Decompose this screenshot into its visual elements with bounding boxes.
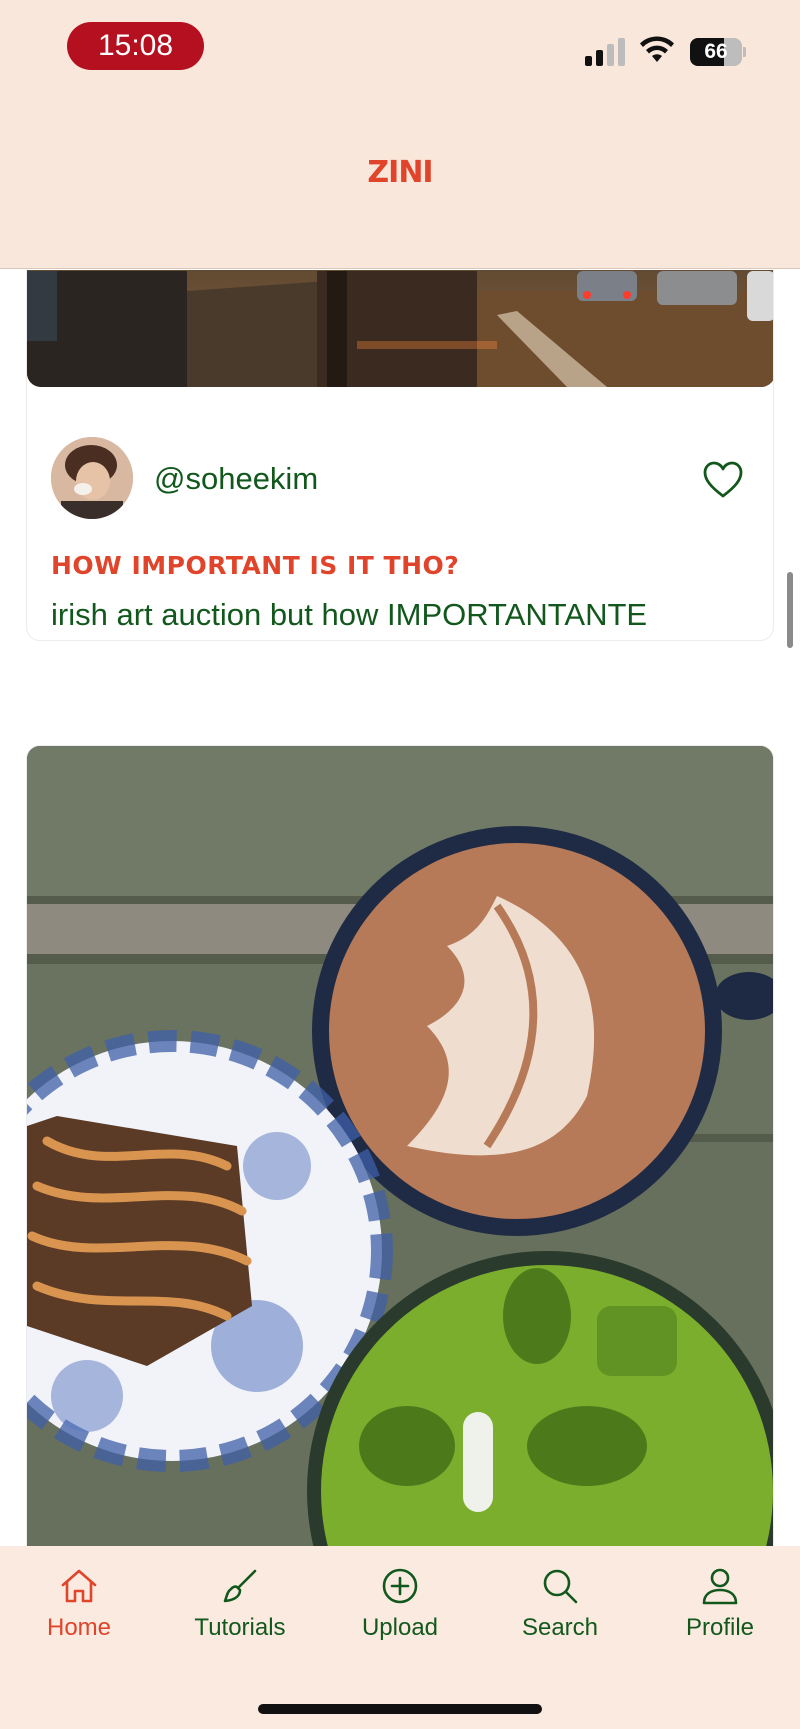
post-meta: @soheekim HOW IMPORTANT IS IT THO? irish… <box>27 387 773 640</box>
brush-icon <box>223 1569 257 1603</box>
tab-home-label: Home <box>46 1614 112 1641</box>
feed[interactable]: @soheekim HOW IMPORTANT IS IT THO? irish… <box>0 270 800 1546</box>
tab-upload-label: Upload <box>361 1614 439 1641</box>
tab-search[interactable]: Search <box>490 1566 630 1646</box>
home-indicator[interactable] <box>258 1704 542 1714</box>
post-image[interactable] <box>27 746 773 1546</box>
post-image[interactable] <box>27 270 773 387</box>
post-caption: irish art auction but how IMPORTANTANTE <box>51 597 648 632</box>
person-icon <box>702 1568 738 1605</box>
tab-tutorials-label: Tutorials <box>194 1614 286 1641</box>
wifi-icon <box>640 36 674 62</box>
status-bar: 15:08 66 <box>0 0 800 95</box>
tab-bar: Home Tutorials Upload Search Profile <box>0 1546 800 1729</box>
status-time: 15:08 <box>67 22 204 70</box>
plus-circle-icon <box>382 1568 418 1604</box>
battery-level: 66 <box>704 40 728 63</box>
tab-search-label: Search <box>521 1614 599 1641</box>
tab-profile-label: Profile <box>685 1614 755 1641</box>
cellular-signal-icon <box>585 38 625 66</box>
tab-tutorials[interactable]: Tutorials <box>170 1566 310 1646</box>
tab-upload[interactable]: Upload <box>330 1566 470 1646</box>
app-logo: ZINI <box>367 155 433 190</box>
app-header: ZINI <box>0 95 800 269</box>
home-icon <box>61 1569 97 1603</box>
avatar[interactable] <box>51 437 133 519</box>
search-icon <box>543 1569 578 1604</box>
post-title: HOW IMPORTANT IS IT THO? <box>51 551 460 580</box>
post-card[interactable]: @soheekim HOW IMPORTANT IS IT THO? irish… <box>26 270 774 641</box>
battery-icon: 66 <box>690 38 746 66</box>
tab-home[interactable]: Home <box>9 1566 149 1646</box>
post-card[interactable] <box>26 745 774 1546</box>
scroll-indicator[interactable] <box>787 572 793 648</box>
tab-profile[interactable]: Profile <box>650 1566 790 1646</box>
heart-icon[interactable] <box>703 461 743 499</box>
post-username[interactable]: @soheekim <box>154 461 318 497</box>
